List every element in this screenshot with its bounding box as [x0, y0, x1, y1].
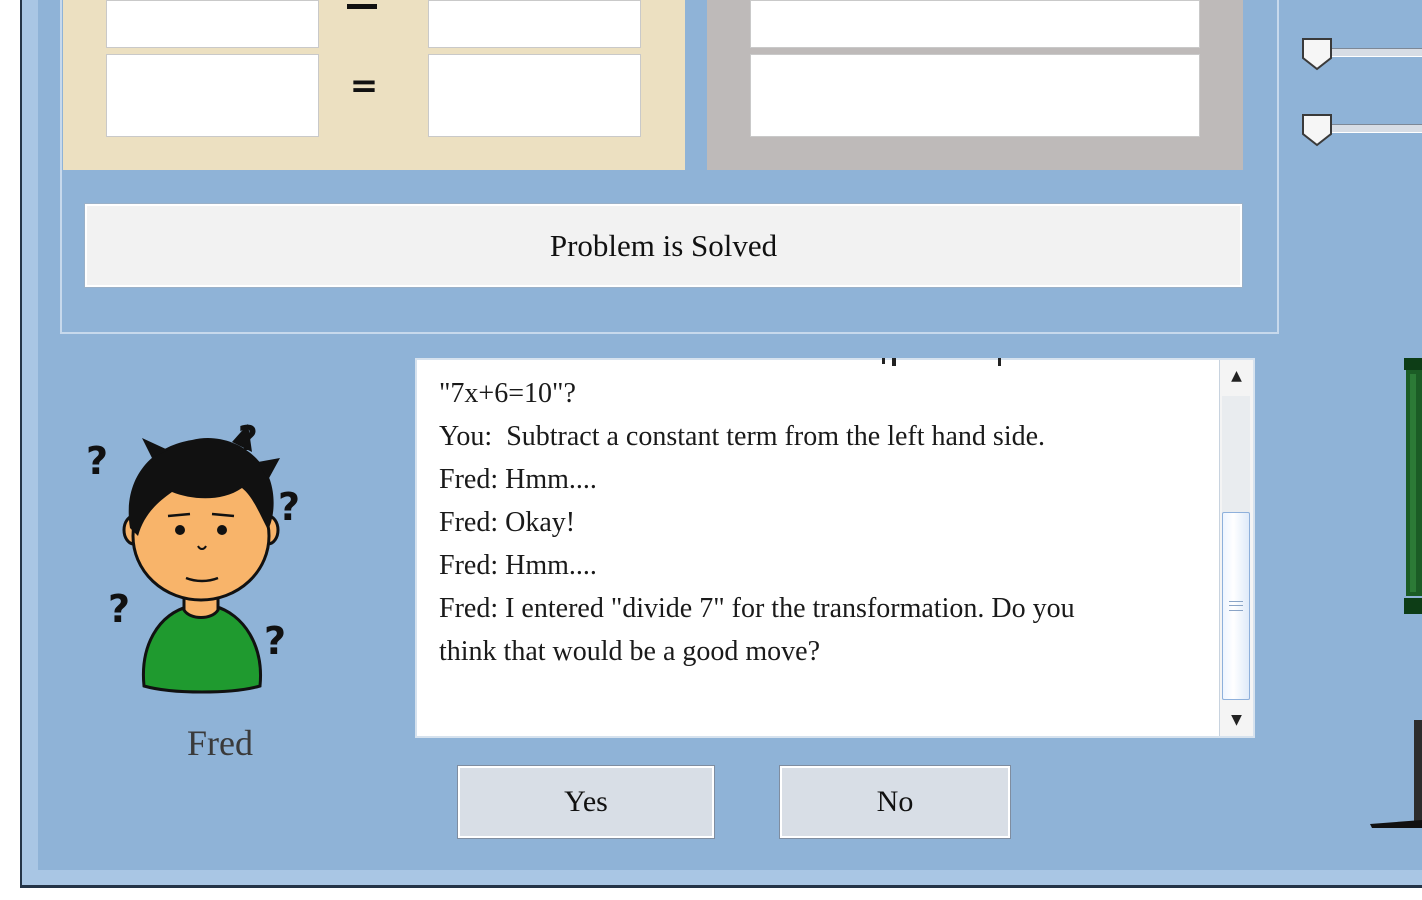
equals-sign: =: [349, 66, 379, 106]
transformation-panel: [707, 0, 1243, 170]
chat-line: Fred: Okay!: [439, 507, 576, 538]
chat-message-list: "7x+6=10"? You: Subtract a constant term…: [439, 372, 1219, 673]
lhs-previous-field[interactable]: [106, 0, 319, 48]
chat-line: You: Subtract a constant term from the l…: [439, 421, 1046, 452]
chat-line: think that would be a good move?: [439, 636, 821, 667]
previous-transformation-field[interactable]: [750, 0, 1200, 48]
slider-thumb-1[interactable]: [1300, 36, 1334, 72]
rhs-current-field[interactable]: [428, 54, 641, 137]
slider-thumb-2[interactable]: [1300, 112, 1334, 148]
green-stand-graphic: [1404, 358, 1422, 614]
chat-transcript[interactable]: "7x+6=10"? You: Subtract a constant term…: [415, 358, 1255, 738]
svg-text:?: ?: [264, 619, 286, 663]
clipped-text-fragment: [882, 358, 1001, 366]
stand-base-graphic: [1370, 720, 1422, 828]
lhs-current-field[interactable]: [106, 54, 319, 137]
chat-line: Fred: Hmm....: [439, 464, 597, 495]
problem-solved-button[interactable]: Problem is Solved: [84, 203, 1243, 288]
chat-scrollbar[interactable]: ▲ ▼: [1219, 360, 1253, 736]
rhs-previous-field[interactable]: [428, 0, 641, 48]
chat-line: Fred: Hmm....: [439, 550, 597, 581]
scroll-up-icon[interactable]: ▲: [1220, 360, 1253, 392]
svg-text:?: ?: [278, 485, 300, 529]
transformation-field[interactable]: [750, 54, 1200, 137]
grip-icon: [1229, 601, 1243, 611]
yes-button[interactable]: Yes: [457, 765, 715, 839]
scroll-thumb[interactable]: [1222, 512, 1250, 700]
scroll-down-icon[interactable]: ▼: [1220, 704, 1253, 736]
confused-student-icon: ? ? ? ? ?: [86, 419, 300, 694]
chat-line: "7x+6=10"?: [439, 378, 576, 409]
svg-text:?: ?: [86, 439, 108, 483]
chat-line: Fred: I entered "divide 7" for the trans…: [439, 593, 1075, 624]
svg-text:?: ?: [108, 587, 130, 631]
previous-equals-sign-fragment: [347, 4, 377, 9]
agent-name-label: Fred: [187, 723, 253, 763]
no-button[interactable]: No: [779, 765, 1011, 839]
